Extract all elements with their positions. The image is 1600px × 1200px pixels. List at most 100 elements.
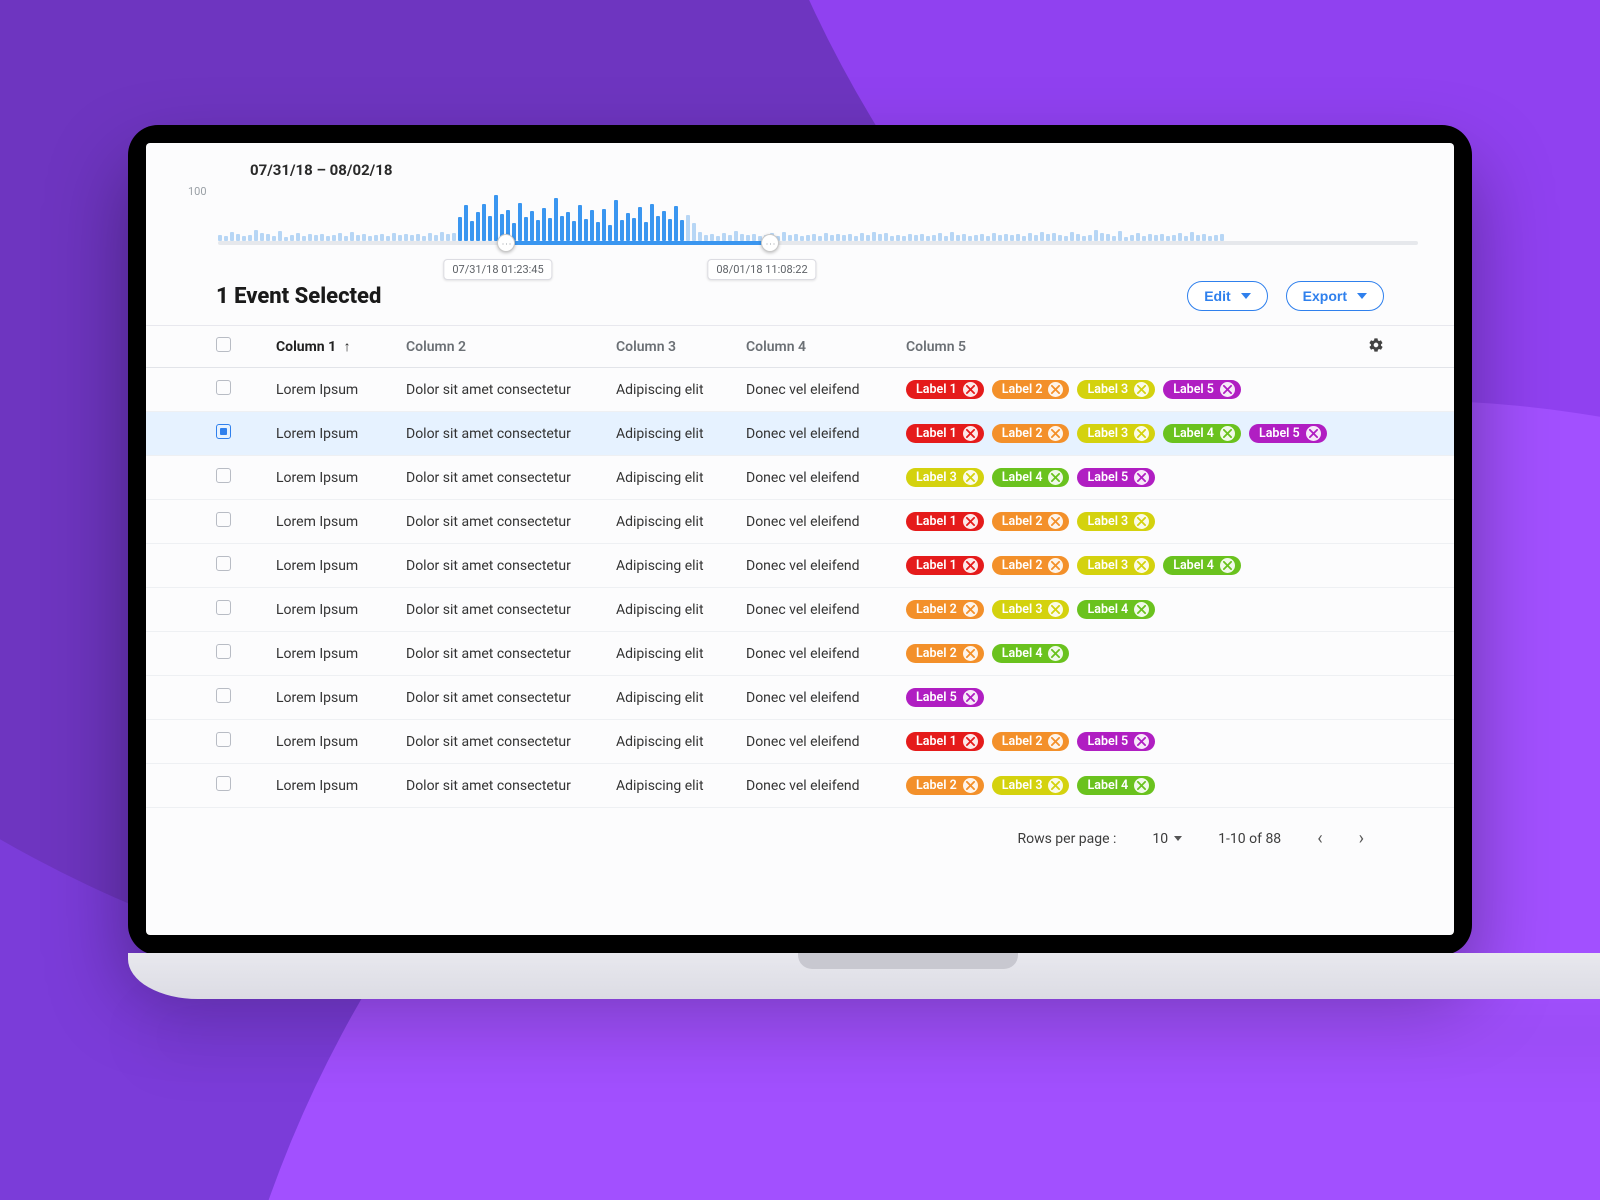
label-chip[interactable]: Label 3 [992, 776, 1070, 795]
label-chip[interactable]: Label 5 [1077, 468, 1155, 487]
table-row[interactable]: Lorem IpsumDolor sit amet consecteturAdi… [146, 720, 1454, 764]
row-checkbox[interactable] [216, 776, 231, 791]
chip-remove-icon[interactable] [1048, 514, 1063, 529]
label-chip[interactable]: Label 1 [906, 556, 984, 575]
chip-remove-icon[interactable] [1220, 558, 1235, 573]
chip-remove-icon[interactable] [1048, 778, 1063, 793]
label-chip[interactable]: Label 3 [906, 468, 984, 487]
col-5-header[interactable]: Column 5 [906, 339, 966, 355]
table-row[interactable]: Lorem IpsumDolor sit amet consecteturAdi… [146, 500, 1454, 544]
range-slider[interactable]: 07/31/18 01:23:45 08/01/18 11:08:22 [218, 241, 1418, 245]
chip-remove-icon[interactable] [1048, 734, 1063, 749]
label-chip[interactable]: Label 2 [992, 424, 1070, 443]
chip-remove-icon[interactable] [1134, 470, 1149, 485]
label-chip[interactable]: Label 4 [1163, 556, 1241, 575]
sort-ascending-icon[interactable]: ↑ [344, 338, 351, 355]
label-chip[interactable]: Label 2 [992, 556, 1070, 575]
range-handle-end[interactable]: 08/01/18 11:08:22 [761, 234, 779, 252]
label-chip[interactable]: Label 2 [992, 732, 1070, 751]
chip-remove-icon[interactable] [1048, 602, 1063, 617]
table-row[interactable]: Lorem IpsumDolor sit amet consecteturAdi… [146, 676, 1454, 720]
row-checkbox[interactable] [216, 688, 231, 703]
cell-col3: Adipiscing elit [616, 602, 746, 618]
chip-remove-icon[interactable] [963, 382, 978, 397]
chip-remove-icon[interactable] [963, 470, 978, 485]
chip-remove-icon[interactable] [963, 646, 978, 661]
row-checkbox[interactable] [216, 468, 231, 483]
chip-remove-icon[interactable] [963, 690, 978, 705]
row-checkbox[interactable] [216, 512, 231, 527]
table-row[interactable]: Lorem IpsumDolor sit amet consecteturAdi… [146, 544, 1454, 588]
label-chip[interactable]: Label 4 [1077, 776, 1155, 795]
label-chip[interactable]: Label 1 [906, 732, 984, 751]
row-checkbox[interactable] [216, 600, 231, 615]
label-chip[interactable]: Label 2 [906, 644, 984, 663]
chip-remove-icon[interactable] [1048, 646, 1063, 661]
table-row[interactable]: Lorem IpsumDolor sit amet consecteturAdi… [146, 588, 1454, 632]
row-checkbox[interactable] [216, 556, 231, 571]
chip-remove-icon[interactable] [963, 778, 978, 793]
chip-remove-icon[interactable] [1134, 602, 1149, 617]
chip-remove-icon[interactable] [1048, 426, 1063, 441]
table-row[interactable]: Lorem IpsumDolor sit amet consecteturAdi… [146, 412, 1454, 456]
label-chip[interactable]: Label 5 [1163, 380, 1241, 399]
chip-remove-icon[interactable] [963, 602, 978, 617]
prev-page-button[interactable]: ‹ [1317, 828, 1322, 849]
next-page-button[interactable]: › [1359, 828, 1364, 849]
chip-remove-icon[interactable] [1220, 382, 1235, 397]
label-chip[interactable]: Label 4 [1163, 424, 1241, 443]
label-chip[interactable]: Label 2 [906, 776, 984, 795]
label-chip[interactable]: Label 1 [906, 424, 984, 443]
label-chip[interactable]: Label 3 [1077, 424, 1155, 443]
chip-remove-icon[interactable] [1220, 426, 1235, 441]
range-handle-start[interactable]: 07/31/18 01:23:45 [497, 234, 515, 252]
label-chip[interactable]: Label 2 [992, 380, 1070, 399]
table-row[interactable]: Lorem IpsumDolor sit amet consecteturAdi… [146, 368, 1454, 412]
cell-col2: Dolor sit amet consectetur [406, 690, 616, 706]
chip-remove-icon[interactable] [1048, 382, 1063, 397]
chip-remove-icon[interactable] [1134, 734, 1149, 749]
chip-remove-icon[interactable] [1134, 514, 1149, 529]
row-checkbox[interactable] [216, 424, 231, 439]
chip-remove-icon[interactable] [1048, 470, 1063, 485]
label-chip[interactable]: Label 3 [1077, 380, 1155, 399]
chip-remove-icon[interactable] [963, 514, 978, 529]
label-chip[interactable]: Label 5 [1249, 424, 1327, 443]
chip-remove-icon[interactable] [1048, 558, 1063, 573]
chip-remove-icon[interactable] [963, 426, 978, 441]
table-row[interactable]: Lorem IpsumDolor sit amet consecteturAdi… [146, 764, 1454, 808]
col-3-header[interactable]: Column 3 [616, 339, 676, 355]
chip-remove-icon[interactable] [963, 734, 978, 749]
label-chip[interactable]: Label 4 [992, 468, 1070, 487]
label-chip[interactable]: Label 4 [1077, 600, 1155, 619]
label-chip[interactable]: Label 3 [1077, 512, 1155, 531]
label-chip[interactable]: Label 3 [992, 600, 1070, 619]
label-chip[interactable]: Label 1 [906, 380, 984, 399]
edit-button[interactable]: Edit [1187, 281, 1267, 311]
table-settings-button[interactable] [1368, 341, 1384, 357]
label-chip[interactable]: Label 5 [1077, 732, 1155, 751]
select-all-checkbox[interactable] [216, 337, 231, 352]
label-chip[interactable]: Label 3 [1077, 556, 1155, 575]
col-4-header[interactable]: Column 4 [746, 339, 806, 355]
label-chip[interactable]: Label 2 [992, 512, 1070, 531]
export-button[interactable]: Export [1286, 281, 1384, 311]
chip-remove-icon[interactable] [1134, 778, 1149, 793]
table-row[interactable]: Lorem IpsumDolor sit amet consecteturAdi… [146, 632, 1454, 676]
row-checkbox[interactable] [216, 732, 231, 747]
row-checkbox[interactable] [216, 380, 231, 395]
table-row[interactable]: Lorem IpsumDolor sit amet consecteturAdi… [146, 456, 1454, 500]
col-1-header[interactable]: Column 1 [276, 339, 336, 355]
rows-per-page-select[interactable]: 10 [1152, 831, 1182, 847]
row-checkbox[interactable] [216, 644, 231, 659]
chip-remove-icon[interactable] [1134, 558, 1149, 573]
label-chip[interactable]: Label 2 [906, 600, 984, 619]
chip-remove-icon[interactable] [1134, 382, 1149, 397]
chip-remove-icon[interactable] [1134, 426, 1149, 441]
label-chip[interactable]: Label 5 [906, 688, 984, 707]
label-chip[interactable]: Label 4 [992, 644, 1070, 663]
label-chip[interactable]: Label 1 [906, 512, 984, 531]
chip-remove-icon[interactable] [963, 558, 978, 573]
chip-remove-icon[interactable] [1306, 426, 1321, 441]
col-2-header[interactable]: Column 2 [406, 339, 466, 355]
